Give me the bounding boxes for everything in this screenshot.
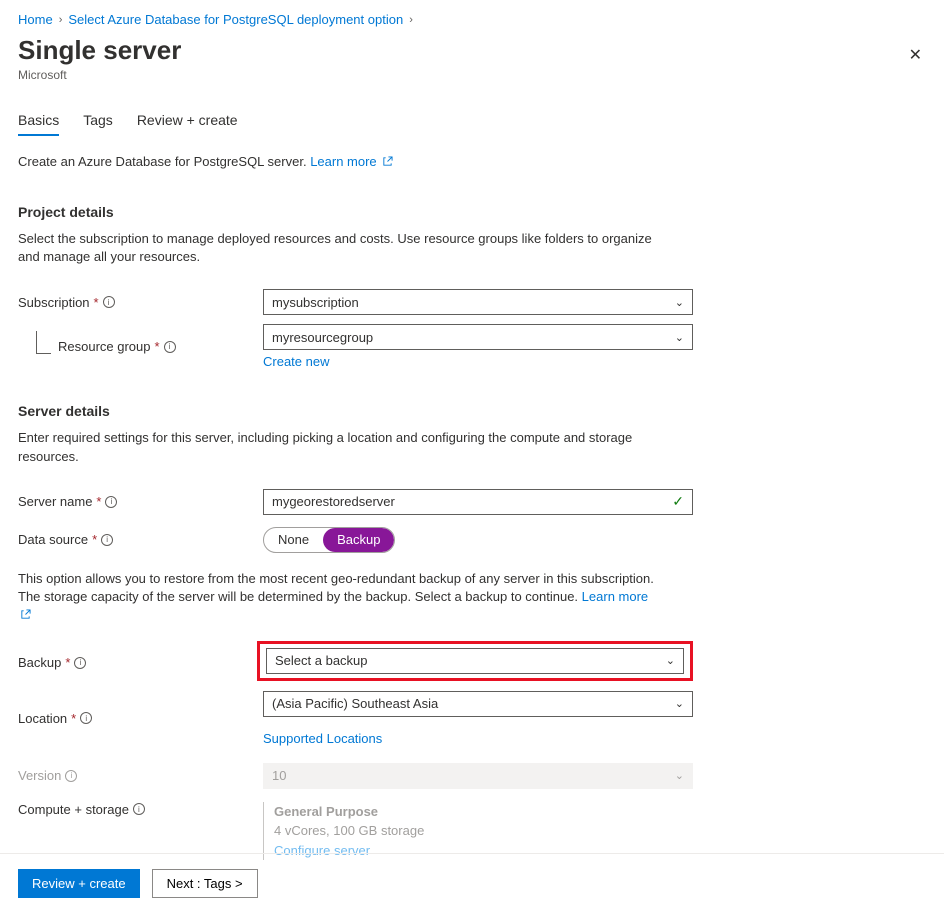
next-tags-button[interactable]: Next : Tags > bbox=[152, 869, 258, 898]
chevron-right-icon: › bbox=[59, 14, 63, 26]
learn-more-link[interactable]: Learn more bbox=[310, 154, 376, 169]
page-subtitle: Microsoft bbox=[18, 68, 181, 82]
review-create-button[interactable]: Review + create bbox=[18, 869, 140, 898]
subscription-select[interactable]: mysubscription ⌄ bbox=[263, 289, 693, 315]
tabs: Basics Tags Review + create bbox=[18, 112, 944, 136]
info-icon[interactable]: i bbox=[164, 341, 176, 353]
info-icon[interactable]: i bbox=[74, 657, 86, 669]
compute-summary: General Purpose 4 vCores, 100 GB storage… bbox=[263, 802, 693, 861]
data-source-label: Data source* i bbox=[18, 532, 263, 547]
external-link-icon bbox=[20, 607, 31, 625]
info-icon[interactable]: i bbox=[105, 496, 117, 508]
data-source-toggle: None Backup bbox=[263, 527, 395, 553]
version-label: Version i bbox=[18, 768, 263, 783]
footer: Review + create Next : Tags > bbox=[0, 853, 944, 913]
external-link-icon bbox=[382, 155, 393, 170]
location-label: Location* i bbox=[18, 711, 263, 726]
backup-select[interactable]: Select a backup ⌄ bbox=[266, 648, 684, 674]
create-new-link[interactable]: Create new bbox=[263, 354, 329, 369]
data-source-none[interactable]: None bbox=[264, 528, 323, 552]
info-icon[interactable]: i bbox=[103, 296, 115, 308]
resource-group-select[interactable]: myresourcegroup ⌄ bbox=[263, 324, 693, 350]
compute-storage-label: Compute + storage i bbox=[18, 802, 263, 817]
breadcrumb-parent[interactable]: Select Azure Database for PostgreSQL dep… bbox=[68, 12, 403, 27]
data-source-backup[interactable]: Backup bbox=[323, 528, 394, 552]
restore-learn-more-link[interactable]: Learn more bbox=[582, 589, 648, 604]
tab-review[interactable]: Review + create bbox=[137, 112, 238, 136]
version-select: 10 ⌄ bbox=[263, 763, 693, 789]
chevron-down-icon: ⌄ bbox=[675, 697, 684, 710]
check-icon: ✓ bbox=[672, 493, 684, 510]
server-details-heading: Server details bbox=[18, 403, 944, 419]
info-icon[interactable]: i bbox=[80, 712, 92, 724]
chevron-down-icon: ⌄ bbox=[666, 654, 675, 667]
chevron-down-icon: ⌄ bbox=[675, 331, 684, 344]
close-icon[interactable]: ✕ bbox=[909, 45, 922, 65]
backup-label: Backup* i bbox=[18, 655, 263, 670]
breadcrumb: Home › Select Azure Database for Postgre… bbox=[18, 12, 944, 27]
location-select[interactable]: (Asia Pacific) Southeast Asia ⌄ bbox=[263, 691, 693, 717]
chevron-down-icon: ⌄ bbox=[675, 296, 684, 309]
server-details-desc: Enter required settings for this server,… bbox=[18, 429, 658, 465]
chevron-down-icon: ⌄ bbox=[675, 769, 684, 782]
tab-tags[interactable]: Tags bbox=[83, 112, 113, 136]
project-details-desc: Select the subscription to manage deploy… bbox=[18, 230, 658, 266]
chevron-right-icon: › bbox=[409, 14, 413, 26]
server-name-label: Server name* i bbox=[18, 494, 263, 509]
resource-group-label: Resource group* i bbox=[18, 339, 263, 354]
info-icon[interactable]: i bbox=[133, 803, 145, 815]
project-details-heading: Project details bbox=[18, 204, 944, 220]
info-icon: i bbox=[65, 770, 77, 782]
compute-spec: 4 vCores, 100 GB storage bbox=[274, 821, 693, 841]
compute-tier: General Purpose bbox=[274, 802, 693, 822]
supported-locations-link[interactable]: Supported Locations bbox=[263, 731, 382, 746]
subscription-label: Subscription* i bbox=[18, 295, 263, 310]
tab-basics[interactable]: Basics bbox=[18, 112, 59, 136]
backup-highlight: Select a backup ⌄ bbox=[257, 641, 693, 681]
page-title: Single server bbox=[18, 35, 181, 66]
breadcrumb-home[interactable]: Home bbox=[18, 12, 53, 27]
intro-text: Create an Azure Database for PostgreSQL … bbox=[18, 154, 944, 170]
restore-desc: This option allows you to restore from t… bbox=[18, 570, 658, 625]
info-icon[interactable]: i bbox=[101, 534, 113, 546]
server-name-input[interactable]: mygeorestoredserver ✓ bbox=[263, 489, 693, 515]
